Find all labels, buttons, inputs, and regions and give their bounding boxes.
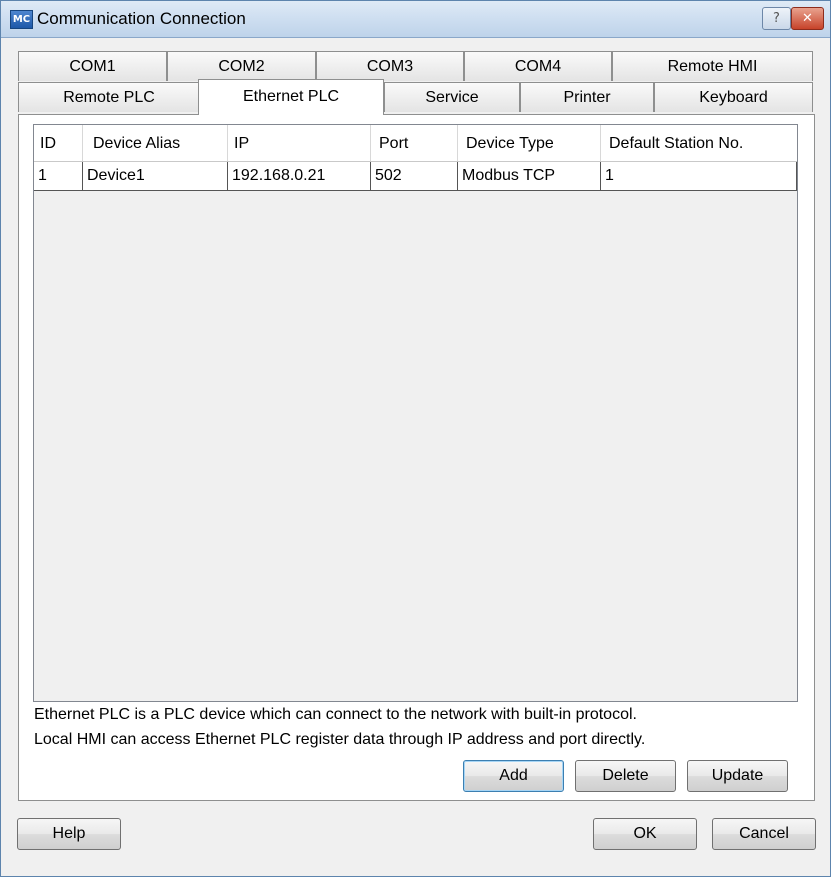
description-line-1: Ethernet PLC is a PLC device which can c… [34, 706, 637, 723]
tab-com3[interactable]: COM3 [316, 51, 464, 81]
tab-com2[interactable]: COM2 [167, 51, 316, 81]
tab-com4[interactable]: COM4 [464, 51, 612, 81]
help-button[interactable]: Help [17, 818, 121, 850]
cell-device-type[interactable]: Modbus TCP [458, 162, 601, 190]
column-header-port[interactable]: Port [371, 125, 458, 161]
cell-device-alias[interactable]: Device1 [83, 162, 228, 190]
tab-keyboard[interactable]: Keyboard [654, 82, 813, 112]
column-header-default-station-no[interactable]: Default Station No. [601, 125, 797, 161]
cell-id[interactable]: 1 [34, 162, 83, 190]
delete-button[interactable]: Delete [575, 760, 676, 792]
update-button[interactable]: Update [687, 760, 788, 792]
cell-default-station-no[interactable]: 1 [601, 162, 797, 190]
window-title: Communication Connection [37, 9, 246, 28]
table-row[interactable]: 1 Device1 192.168.0.21 502 Modbus TCP 1 [34, 162, 797, 191]
tab-remote-plc[interactable]: Remote PLC [18, 82, 200, 112]
tab-ethernet-plc[interactable]: Ethernet PLC [198, 79, 384, 115]
column-header-ip[interactable]: IP [228, 125, 371, 161]
app-icon: MC [10, 10, 33, 29]
communication-connection-dialog: MC Communication Connection ? ✕ COM1 COM… [0, 0, 831, 877]
description-line-2: Local HMI can access Ethernet PLC regist… [34, 731, 646, 748]
tab-service[interactable]: Service [384, 82, 520, 112]
column-header-device-alias[interactable]: Device Alias [83, 125, 228, 161]
add-button[interactable]: Add [463, 760, 564, 792]
column-header-id[interactable]: ID [34, 125, 83, 161]
cell-ip[interactable]: 192.168.0.21 [228, 162, 371, 190]
title-bar[interactable]: MC Communication Connection ? ✕ [1, 1, 830, 38]
close-icon[interactable]: ✕ [791, 7, 824, 30]
tab-printer[interactable]: Printer [520, 82, 654, 112]
device-table[interactable]: ID Device Alias IP Port Device Type Defa… [33, 124, 798, 702]
cancel-button[interactable]: Cancel [712, 818, 816, 850]
cell-port[interactable]: 502 [371, 162, 458, 190]
tab-com1[interactable]: COM1 [18, 51, 167, 81]
table-header: ID Device Alias IP Port Device Type Defa… [34, 125, 797, 162]
ok-button[interactable]: OK [593, 818, 697, 850]
column-header-device-type[interactable]: Device Type [458, 125, 601, 161]
tab-remote-hmi[interactable]: Remote HMI [612, 51, 813, 81]
help-icon[interactable]: ? [762, 7, 791, 30]
